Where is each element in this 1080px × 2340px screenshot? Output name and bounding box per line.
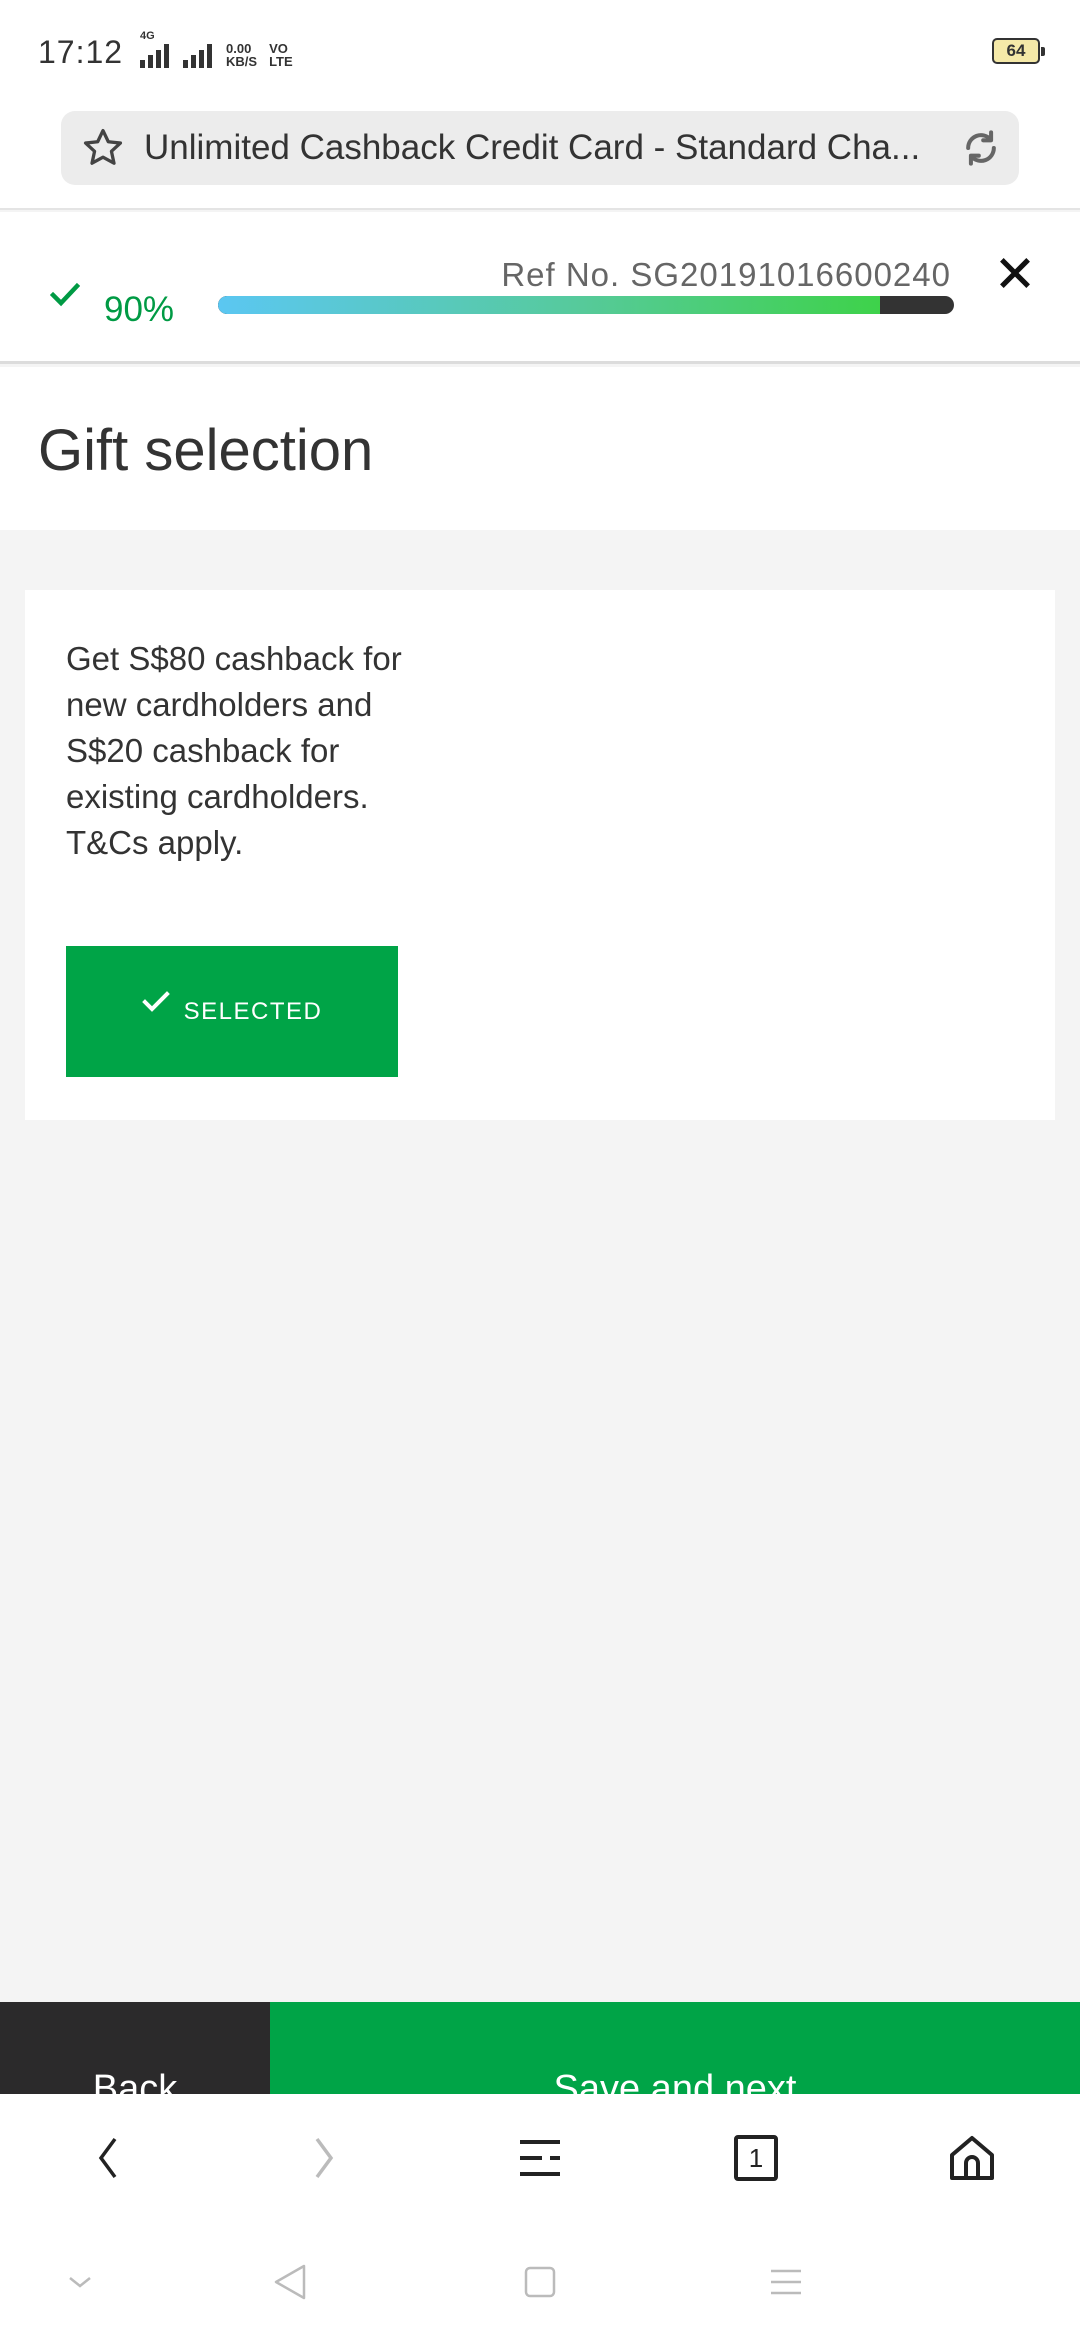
home-icon [950, 2136, 994, 2180]
application-progress: 90% Ref No. SG20191016600240 [0, 212, 1080, 364]
back-button[interactable]: Back [0, 2002, 270, 2094]
triangle-back-icon [274, 2264, 306, 2300]
reference-number: Ref No. SG20191016600240 [501, 256, 951, 293]
chevron-left-icon [98, 2137, 117, 2179]
system-recents-button[interactable] [764, 2260, 808, 2304]
home-button[interactable] [940, 2126, 1004, 2190]
save-and-next-button[interactable]: Save and next [270, 2002, 1080, 2094]
tab-count: 1 [748, 2143, 764, 2173]
tabs-button[interactable]: 1 [724, 2126, 788, 2190]
gift-description: Get S$80 cashback for new cardholders an… [66, 640, 402, 861]
bookmark-star-icon[interactable] [81, 126, 125, 170]
progress-bar [218, 296, 954, 314]
page-title: Gift selection [38, 418, 374, 483]
network-speed-unit: KB/S [226, 54, 258, 69]
browser-toolbar: Unlimited Cashback Credit Card - Standar… [0, 104, 1080, 210]
hide-nav-button[interactable] [58, 2260, 102, 2304]
address-bar[interactable]: Unlimited Cashback Credit Card - Standar… [61, 111, 1019, 185]
status-time: 17:12 [38, 34, 124, 70]
close-icon[interactable] [998, 256, 1032, 290]
square-home-icon [524, 2266, 556, 2298]
network-type-label: 4G [140, 30, 155, 42]
app-screen: 17:12 4G 0.00 KB/S VO LTE 64 Unlimited C… [0, 0, 1080, 2340]
selected-button[interactable]: SELECTED [66, 946, 398, 1077]
system-back-button[interactable] [268, 2260, 312, 2304]
progress-check-icon [50, 282, 80, 307]
save-and-next-label: Save and next [553, 2068, 797, 2094]
selected-button-label: SELECTED [183, 997, 323, 1025]
volte-bottom-label: LTE [269, 54, 293, 69]
browser-back-button[interactable] [76, 2126, 140, 2190]
gift-option-card: Get S$80 cashback for new cardholders an… [25, 590, 1055, 1120]
progress-bar-fill [218, 296, 881, 314]
selected-check-icon [141, 990, 170, 1012]
recents-menu-icon [771, 2269, 801, 2295]
back-button-label: Back [92, 2068, 178, 2094]
browser-menu-button[interactable] [508, 2126, 572, 2190]
browser-nav-bar: 1 [0, 2094, 1080, 2226]
system-nav-bar [0, 2226, 1080, 2340]
battery-level: 64 [1006, 41, 1026, 60]
chevron-down-icon [69, 2277, 91, 2288]
system-home-button[interactable] [518, 2260, 562, 2304]
page-title-in-address-bar[interactable]: Unlimited Cashback Credit Card - Standar… [144, 128, 944, 168]
progress-percent: 90% [104, 290, 175, 329]
status-bar: 17:12 4G 0.00 KB/S VO LTE 64 [0, 0, 1080, 104]
browser-forward-button[interactable] [292, 2126, 356, 2190]
battery-icon: 64 [992, 38, 1045, 64]
refresh-icon[interactable] [959, 126, 1003, 170]
page-header: Gift selection [0, 367, 1080, 530]
chevron-right-icon [315, 2137, 334, 2179]
menu-icon [520, 2140, 560, 2176]
form-action-bar: Back Save and next [0, 2002, 1080, 2094]
status-icons: 4G 0.00 KB/S VO LTE [140, 30, 293, 68]
volte-icon: VO LTE [269, 42, 293, 68]
signal-icon-sim1: 4G [140, 30, 169, 68]
signal-icon-sim2 [183, 44, 212, 68]
network-speed: 0.00 KB/S [226, 42, 257, 68]
tabs-icon: 1 [734, 2135, 778, 2181]
